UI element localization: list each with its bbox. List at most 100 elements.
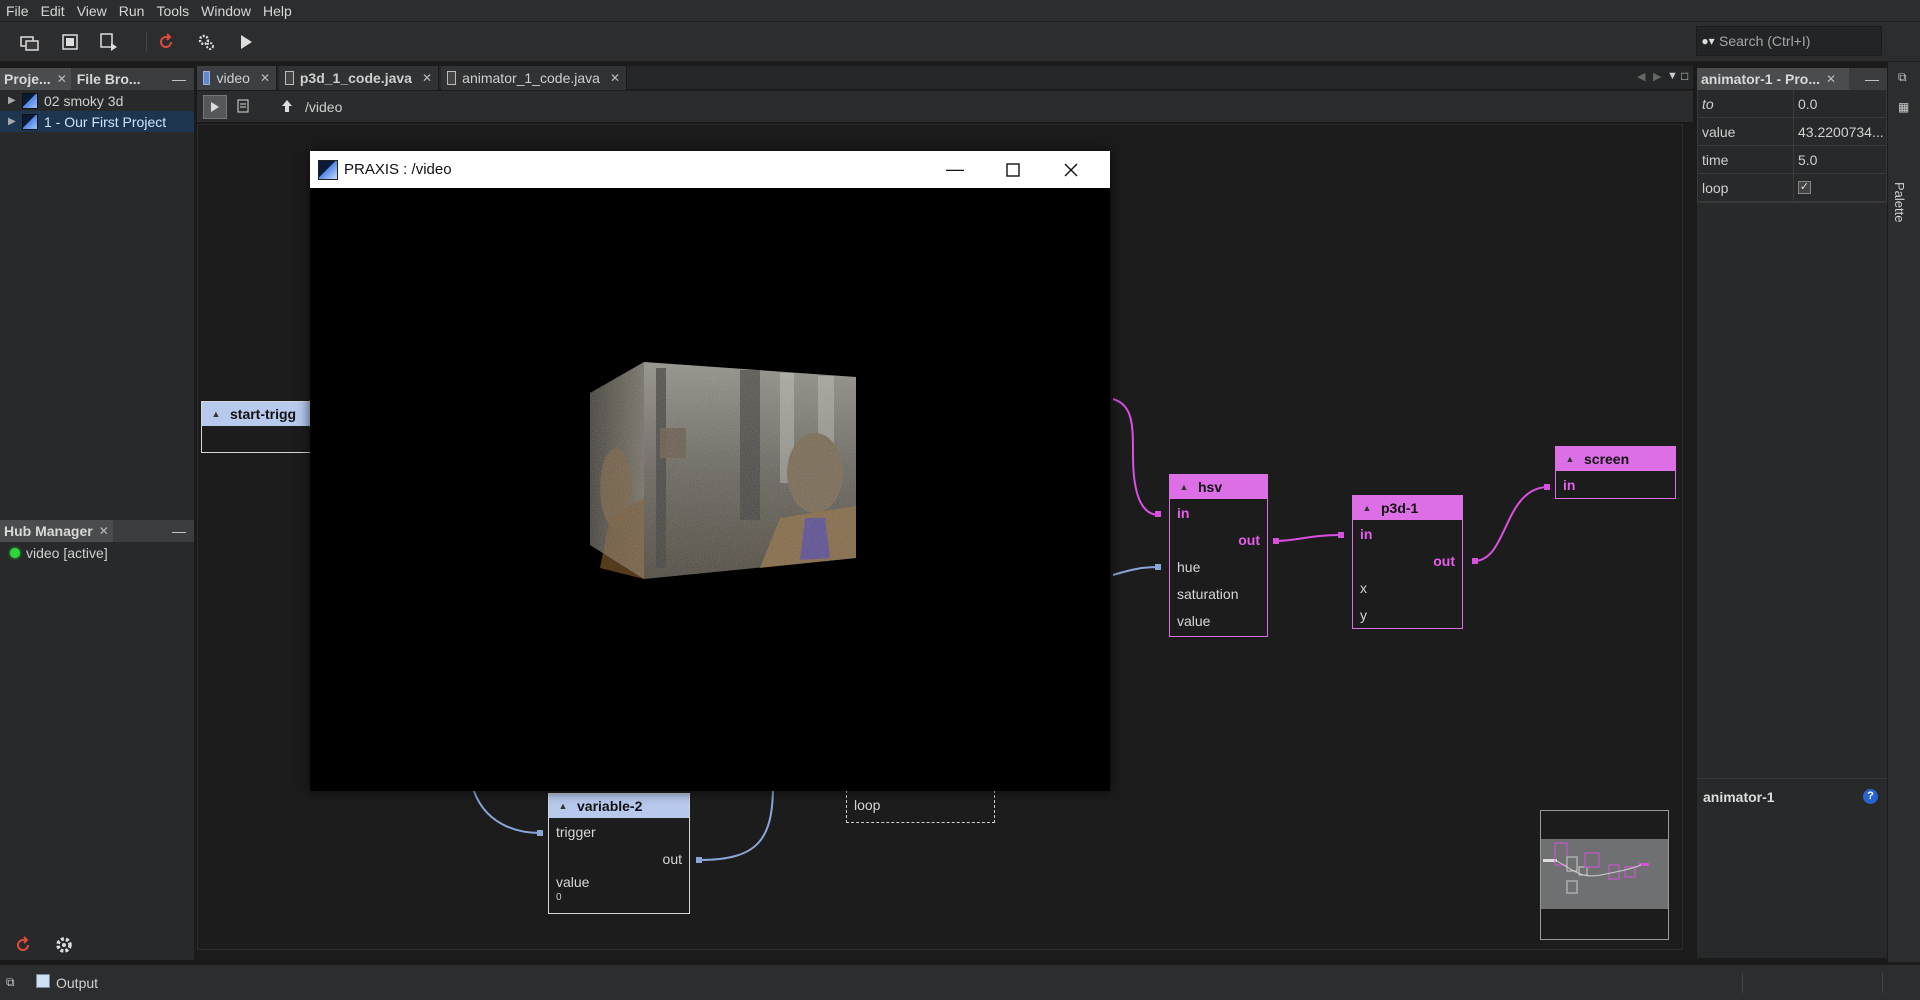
tab-projects[interactable]: Proje... ✕ bbox=[0, 68, 71, 90]
tab-file-browser[interactable]: File Bro... bbox=[72, 68, 145, 90]
graph-minimap[interactable] bbox=[1540, 810, 1669, 940]
minimize-icon[interactable]: — bbox=[1857, 71, 1887, 87]
collapse-icon[interactable]: ▲ bbox=[202, 409, 230, 419]
palette-tab[interactable]: Palette bbox=[1892, 182, 1907, 222]
tab-p3d-code[interactable]: p3d_1_code.java ✕ bbox=[279, 66, 439, 90]
port-value[interactable]: value bbox=[549, 872, 689, 892]
close-icon[interactable]: ✕ bbox=[57, 72, 67, 86]
node-header[interactable]: ▲ variable-2 bbox=[549, 794, 689, 818]
port-value[interactable]: value bbox=[1170, 607, 1267, 634]
loop-checkbox[interactable]: ✓ bbox=[1798, 181, 1811, 194]
menu-file[interactable]: File bbox=[0, 0, 35, 22]
scroll-right-icon[interactable]: ▶ bbox=[1653, 70, 1661, 83]
collapse-icon[interactable]: ▲ bbox=[549, 801, 577, 811]
new-project-icon[interactable] bbox=[18, 30, 42, 54]
video-output-window[interactable]: PRAXIS : /video — bbox=[310, 151, 1110, 791]
port-hue[interactable]: hue bbox=[1170, 553, 1267, 580]
maximize-window-button[interactable] bbox=[984, 151, 1042, 188]
property-value[interactable]: ✓ bbox=[1794, 174, 1886, 201]
minimize-icon[interactable]: — bbox=[164, 71, 194, 87]
port-x[interactable]: x bbox=[1353, 574, 1462, 601]
property-value[interactable]: 0.0 bbox=[1794, 90, 1886, 117]
property-row[interactable]: loop ✓ bbox=[1698, 174, 1886, 202]
toolbar-separator bbox=[146, 32, 147, 52]
port-in[interactable]: in bbox=[1170, 499, 1267, 526]
menu-tools[interactable]: Tools bbox=[150, 0, 195, 22]
property-row[interactable]: to 0.0 bbox=[1698, 90, 1886, 118]
close-icon[interactable]: ✕ bbox=[260, 71, 270, 85]
close-icon[interactable]: ✕ bbox=[610, 71, 620, 85]
window-titlebar[interactable]: PRAXIS : /video — bbox=[310, 151, 1110, 188]
port-in[interactable]: in bbox=[1556, 471, 1675, 498]
source-view-icon[interactable] bbox=[237, 99, 249, 116]
port-out[interactable]: out bbox=[1353, 547, 1462, 574]
menu-run[interactable]: Run bbox=[113, 0, 151, 22]
search-input[interactable] bbox=[1719, 33, 1869, 49]
tab-properties[interactable]: animator-1 - Pro... ✕ bbox=[1697, 68, 1849, 90]
property-value[interactable]: 43.2200734... bbox=[1794, 118, 1886, 145]
node-header[interactable]: ▲ screen bbox=[1556, 447, 1675, 471]
port-out[interactable]: out bbox=[1170, 526, 1267, 553]
property-value[interactable]: 5.0 bbox=[1794, 146, 1886, 173]
minimize-icon[interactable]: — bbox=[164, 523, 194, 539]
port-in[interactable]: in bbox=[1353, 520, 1462, 547]
port-out[interactable]: out bbox=[549, 845, 689, 872]
save-all-icon[interactable] bbox=[98, 30, 122, 54]
minimize-window-button[interactable]: — bbox=[926, 151, 984, 188]
project-item[interactable]: ▶ 02 smoky 3d bbox=[0, 90, 194, 111]
restart-icon[interactable] bbox=[14, 936, 32, 957]
help-icon[interactable]: ? bbox=[1863, 789, 1878, 804]
tab-projects-label: Proje... bbox=[4, 71, 51, 87]
graph-view-toggle[interactable] bbox=[203, 95, 227, 119]
property-row[interactable]: value 43.2200734... bbox=[1698, 118, 1886, 146]
menu-view[interactable]: View bbox=[71, 0, 113, 22]
menu-window[interactable]: Window bbox=[195, 0, 257, 22]
restore-window-icon[interactable]: ⧉ bbox=[1898, 70, 1907, 85]
port-trigger[interactable]: trigger bbox=[549, 818, 689, 845]
minimap-preview bbox=[1543, 842, 1649, 894]
project-item-selected[interactable]: ▶ 1 - Our First Project bbox=[0, 111, 194, 132]
editor-tabs: video ✕ p3d_1_code.java ✕ animator_1_cod… bbox=[197, 66, 1693, 90]
node-screen[interactable]: ▲ screen in bbox=[1555, 446, 1676, 499]
tab-animator-code[interactable]: animator_1_code.java ✕ bbox=[441, 66, 627, 90]
search-icon[interactable]: ●▾ bbox=[1697, 34, 1719, 48]
close-icon[interactable]: ✕ bbox=[99, 524, 109, 538]
scroll-left-icon[interactable]: ◀ bbox=[1637, 70, 1645, 83]
tab-hub-manager[interactable]: Hub Manager ✕ bbox=[0, 520, 113, 542]
tab-list-icon[interactable]: ▼ bbox=[1667, 70, 1678, 82]
expand-icon[interactable]: ▶ bbox=[8, 95, 20, 106]
node-variable-2[interactable]: ▲ variable-2 trigger out value 0 bbox=[548, 793, 690, 914]
praxis-project-icon bbox=[22, 92, 38, 109]
hub-item[interactable]: video [active] bbox=[0, 542, 194, 564]
output-tab-label[interactable]: Output bbox=[56, 975, 98, 991]
collapse-icon[interactable]: ▲ bbox=[1353, 503, 1381, 513]
property-row[interactable]: time 5.0 bbox=[1698, 146, 1886, 174]
search-box: ●▾ bbox=[1696, 26, 1882, 56]
settings-gear-icon[interactable] bbox=[54, 935, 74, 958]
build-gears-icon[interactable] bbox=[194, 30, 218, 54]
node-header[interactable]: ▲ p3d-1 bbox=[1353, 496, 1462, 520]
breadcrumb-path[interactable]: /video bbox=[305, 99, 342, 115]
menu-edit[interactable]: Edit bbox=[35, 0, 71, 22]
collapse-icon[interactable]: ▲ bbox=[1556, 454, 1584, 464]
tab-video[interactable]: video ✕ bbox=[197, 66, 277, 90]
node-hsv[interactable]: ▲ hsv in out hue saturation value bbox=[1169, 474, 1268, 637]
port-saturation[interactable]: saturation bbox=[1170, 580, 1267, 607]
maximize-icon[interactable]: □ bbox=[1681, 69, 1688, 83]
restore-window-icon[interactable]: ⧉ bbox=[6, 975, 15, 990]
expand-icon[interactable]: ▶ bbox=[8, 116, 20, 127]
node-header[interactable]: ▲ hsv bbox=[1170, 475, 1267, 499]
undo-icon[interactable] bbox=[154, 30, 178, 54]
close-icon[interactable]: ✕ bbox=[422, 71, 432, 85]
go-up-icon[interactable] bbox=[281, 99, 293, 116]
minimap-viewport[interactable] bbox=[1541, 839, 1668, 909]
close-icon[interactable]: ✕ bbox=[1826, 72, 1836, 86]
palette-grid-icon[interactable]: ▦ bbox=[1898, 100, 1909, 114]
node-p3d-1[interactable]: ▲ p3d-1 in out x y bbox=[1352, 495, 1463, 629]
menu-help[interactable]: Help bbox=[257, 0, 298, 22]
open-project-icon[interactable] bbox=[58, 30, 82, 54]
close-window-button[interactable] bbox=[1042, 151, 1100, 188]
run-play-icon[interactable] bbox=[234, 30, 258, 54]
port-y[interactable]: y bbox=[1353, 601, 1462, 628]
collapse-icon[interactable]: ▲ bbox=[1170, 482, 1198, 492]
